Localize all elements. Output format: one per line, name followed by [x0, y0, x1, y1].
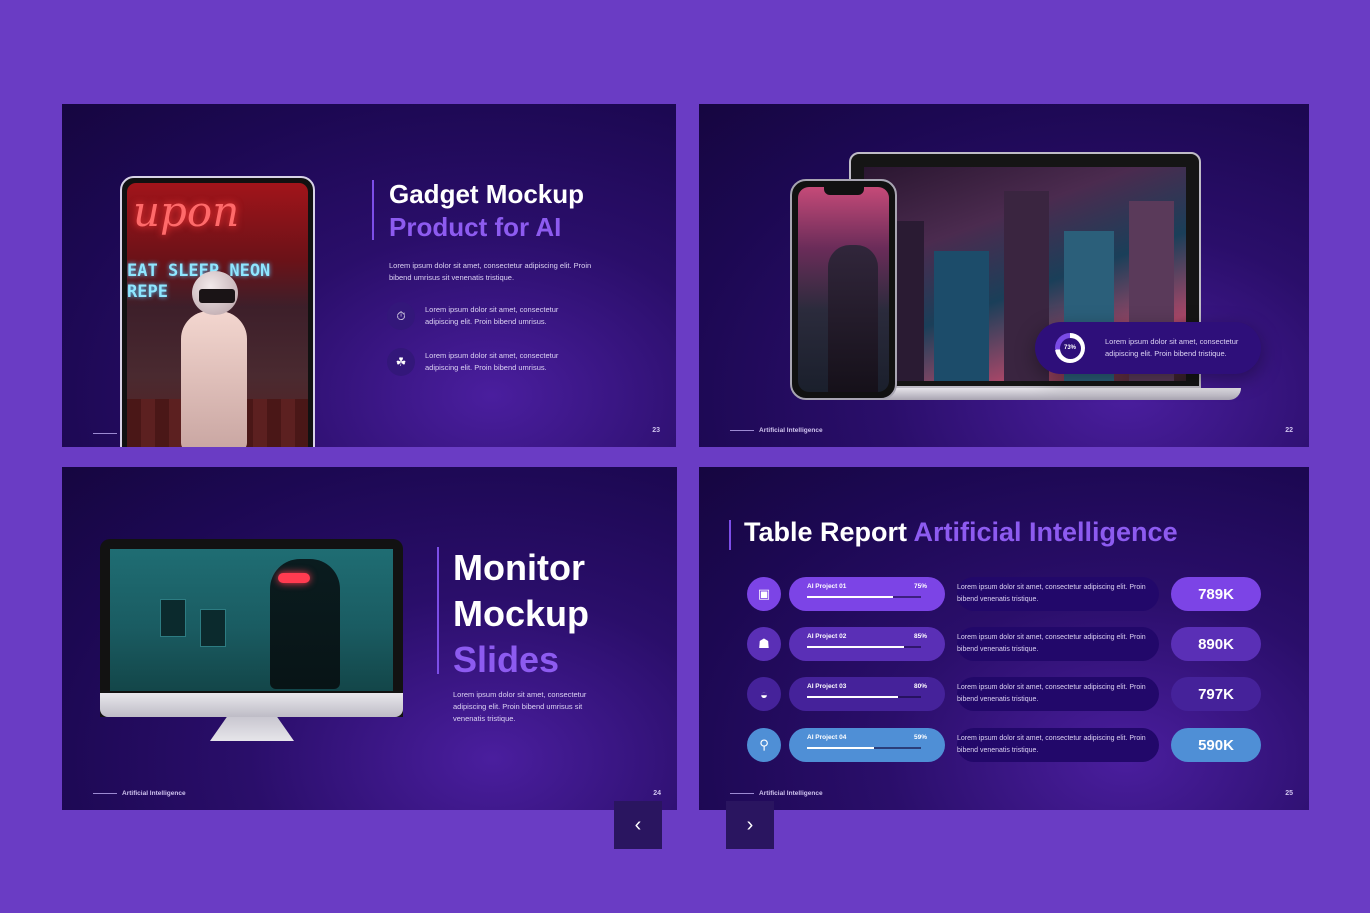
- feature-item-1: ⏱ Lorem ipsum dolor sit amet, consectetu…: [387, 302, 585, 330]
- project-pill: AI Project 01 75%: [789, 577, 945, 611]
- helmet-person: [177, 271, 247, 447]
- vr-headset-icon: ◒: [747, 677, 781, 711]
- table-row: ⚲ AI Project 04 59% Lorem ipsum dolor si…: [747, 728, 1261, 762]
- slide-title: Table Report Artificial Intelligence: [744, 517, 1178, 548]
- progress-donut: 73%: [1055, 333, 1085, 363]
- monitor-chin: [100, 693, 403, 717]
- neon-sign-top: upon: [133, 187, 240, 236]
- footer-label: Artificial Intelligence: [759, 427, 823, 434]
- footer-label: Artificial Intelligence: [122, 790, 186, 797]
- project-name: AI Project 03: [807, 683, 847, 690]
- slide-title: Gadget Mockup Product for AI: [389, 178, 584, 244]
- slide-monitor-mockup[interactable]: Monitor Mockup Slides Lorem ipsum dolor …: [62, 467, 677, 810]
- project-percent: 75%: [913, 583, 927, 590]
- progress-fill: [807, 747, 875, 749]
- page-number: 22: [1285, 427, 1293, 434]
- feature-text: Lorem ipsum dolor sit amet, consectetur …: [425, 305, 559, 326]
- row-description: Lorem ipsum dolor sit amet, consectetur …: [957, 577, 1159, 611]
- slide-footer: [93, 433, 117, 434]
- stopwatch-icon: ⏱: [387, 302, 415, 330]
- value-badge: 789K: [1171, 577, 1261, 611]
- title-main: Table Report: [744, 517, 908, 547]
- network-icon: ☘: [387, 348, 415, 376]
- gamer-photo: [110, 549, 393, 691]
- value-badge: 797K: [1171, 677, 1261, 711]
- monitor-mockup: [100, 539, 403, 717]
- title-accent-bar: [729, 520, 731, 550]
- chevron-right-icon: ›: [746, 813, 754, 836]
- phone-photo: [798, 187, 889, 392]
- tablet-photo: upon EAT SLEEP NEON REPE: [127, 183, 308, 447]
- title-accent-bar: [437, 547, 439, 674]
- title-line-1: Gadget Mockup: [389, 179, 585, 209]
- project-percent: 59%: [913, 734, 927, 741]
- title-line-3: Slides: [453, 639, 560, 680]
- monitor-stand: [210, 717, 294, 741]
- next-button[interactable]: ›: [726, 801, 774, 849]
- project-percent: 85%: [913, 633, 927, 640]
- project-name: AI Project 04: [807, 734, 847, 741]
- slide-table-report[interactable]: Table Report Artificial Intelligence ▣ A…: [699, 467, 1309, 810]
- stat-card: 73% Lorem ipsum dolor sit amet, consecte…: [1035, 322, 1261, 374]
- row-description: Lorem ipsum dolor sit amet, consectetur …: [957, 677, 1159, 711]
- row-description: Lorem ipsum dolor sit amet, consectetur …: [957, 728, 1159, 762]
- slide-gadget-mockup[interactable]: upon EAT SLEEP NEON REPE Gadget Mockup P…: [62, 104, 676, 447]
- page-number: 23: [652, 427, 660, 434]
- page-number: 24: [653, 790, 661, 797]
- project-pill: AI Project 04 59%: [789, 728, 945, 762]
- donut-label: 73%: [1059, 337, 1081, 359]
- slide-footer: Artificial Intelligence: [730, 790, 823, 797]
- progress-fill: [807, 646, 904, 648]
- footer-label: Artificial Intelligence: [759, 790, 823, 797]
- page-number: 25: [1285, 790, 1293, 797]
- phone-mockup: [790, 179, 897, 400]
- table-row: ▣ AI Project 01 75% Lorem ipsum dolor si…: [747, 577, 1261, 611]
- tablet-mockup: upon EAT SLEEP NEON REPE: [120, 176, 315, 447]
- row-description: Lorem ipsum dolor sit amet, consectetur …: [957, 627, 1159, 661]
- title-line-2: Product for AI: [389, 212, 562, 242]
- slide-description: Lorem ipsum dolor sit amet, consectetur …: [453, 690, 587, 723]
- title-line-2: Mockup: [453, 593, 590, 634]
- table-row: ☗ AI Project 02 85% Lorem ipsum dolor si…: [747, 627, 1261, 661]
- value-badge: 890K: [1171, 627, 1261, 661]
- progress-fill: [807, 696, 899, 698]
- slide-description: Lorem ipsum dolor sit amet, consectetur …: [389, 261, 592, 282]
- feature-text: Lorem ipsum dolor sit amet, consectetur …: [425, 351, 559, 372]
- title-line-1: Monitor: [453, 547, 585, 588]
- table-row: ◒ AI Project 03 80% Lorem ipsum dolor si…: [747, 677, 1261, 711]
- value-badge: 590K: [1171, 728, 1261, 762]
- project-pill: AI Project 03 80%: [789, 677, 945, 711]
- slide-device-mockup[interactable]: 73% Lorem ipsum dolor sit amet, consecte…: [699, 104, 1309, 447]
- slide-title: Monitor Mockup Slides: [453, 545, 589, 683]
- project-pill: AI Project 02 85%: [789, 627, 945, 661]
- previous-button[interactable]: ‹: [614, 801, 662, 849]
- robot-icon: ☗: [747, 627, 781, 661]
- chip-icon: ▣: [747, 577, 781, 611]
- stat-text: Lorem ipsum dolor sit amet, consectetur …: [1105, 337, 1239, 358]
- progress-fill: [807, 596, 893, 598]
- project-percent: 80%: [913, 683, 927, 690]
- slide-footer: Artificial Intelligence: [730, 427, 823, 434]
- chevron-left-icon: ‹: [634, 813, 642, 836]
- slide-footer: Artificial Intelligence: [93, 790, 186, 797]
- feature-item-2: ☘ Lorem ipsum dolor sit amet, consectetu…: [387, 348, 585, 376]
- title-accent-bar: [372, 180, 374, 240]
- project-name: AI Project 01: [807, 583, 847, 590]
- antenna-icon: ⚲: [747, 728, 781, 762]
- title-accent: Artificial Intelligence: [913, 517, 1178, 547]
- project-name: AI Project 02: [807, 633, 847, 640]
